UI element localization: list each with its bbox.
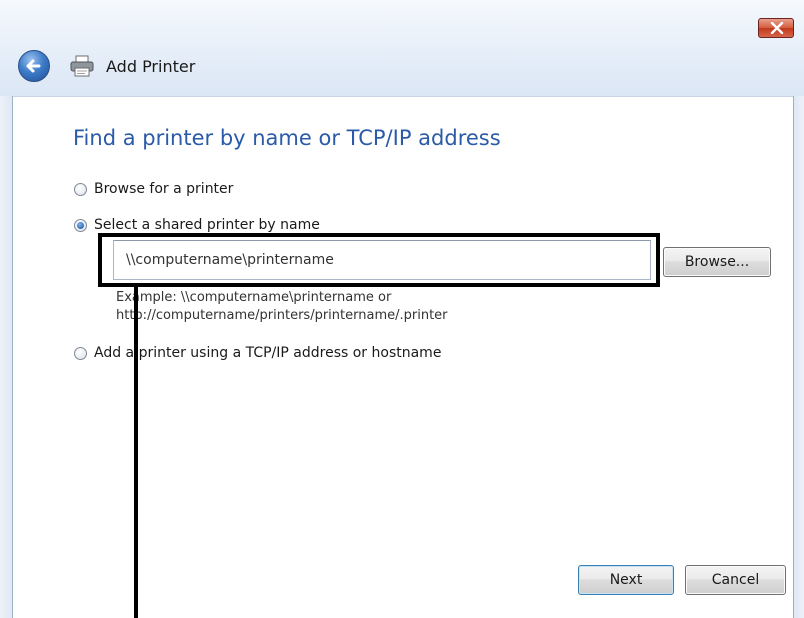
tcpip-printer-label: Add a printer using a TCP/IP address or … [94,345,442,361]
add-printer-window: Add Printer Find a printer by name or TC… [0,0,804,618]
cancel-button[interactable]: Cancel [685,565,786,595]
option-tcpip-printer[interactable]: Add a printer using a TCP/IP address or … [74,344,441,362]
option-shared-printer[interactable]: Select a shared printer by name [74,216,320,234]
back-arrow-icon [26,59,41,73]
option-browse-printer[interactable]: Browse for a printer [74,180,233,198]
tcpip-printer-radio[interactable] [74,346,87,360]
close-button[interactable] [758,18,794,38]
browse-printer-radio[interactable] [74,182,87,196]
example-line-1: Example: \\computername\printername or [116,290,392,305]
browse-button[interactable]: Browse... [663,247,771,277]
window-titlebar [0,0,804,96]
window-frame-left [0,96,13,618]
shared-printer-name-input[interactable] [113,240,651,280]
window-title: Add Printer [106,57,196,76]
example-line-2: http://computername/printers/printername… [116,308,448,323]
window-frame-right [793,96,804,618]
shared-printer-label: Select a shared printer by name [94,217,320,233]
page-heading: Find a printer by name or TCP/IP address [73,126,501,150]
back-button[interactable] [18,50,50,82]
browse-printer-label: Browse for a printer [94,181,234,197]
printer-icon [70,55,94,77]
example-text: Example: \\computername\printername or h… [116,289,448,325]
shared-printer-radio[interactable] [74,218,87,232]
next-button[interactable]: Next [578,565,674,595]
close-icon [770,22,784,34]
